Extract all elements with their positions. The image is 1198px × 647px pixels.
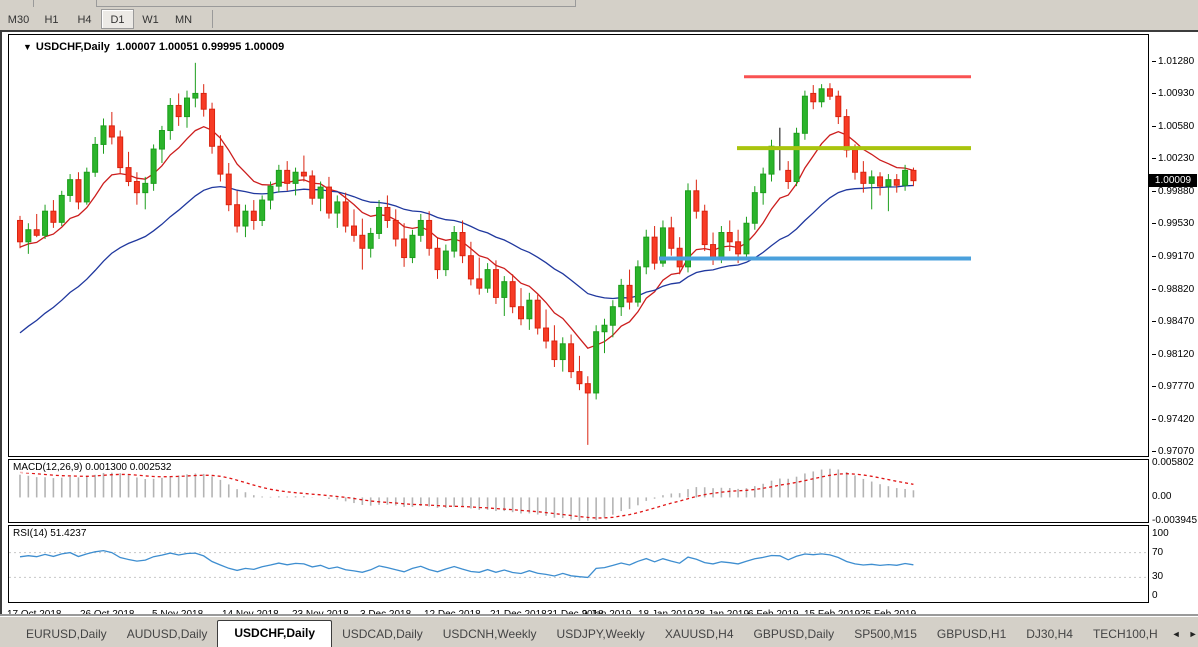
rsi-indicator-panel[interactable]: RSI(14) 51.4237	[8, 525, 1149, 603]
chart-tab-audusd[interactable]: AUDUSD,Daily	[117, 622, 218, 647]
price-axis-label: 0.97420	[1152, 414, 1194, 425]
price-axis-label: 0.98120	[1152, 349, 1194, 360]
price-axis-label: 1.00580	[1152, 121, 1194, 132]
timeframe-button-w1[interactable]: W1	[134, 9, 167, 29]
toolbar-separator	[212, 10, 213, 28]
chart-tab-usdjpy[interactable]: USDJPY,Weekly	[547, 622, 655, 647]
chart-tab-eurusd[interactable]: EURUSD,Daily	[16, 622, 117, 647]
price-axis-label: 0.97770	[1152, 381, 1194, 392]
timeframe-button-d1[interactable]: D1	[101, 9, 134, 29]
rsi-axis-label: 0	[1152, 590, 1158, 601]
tab-scroll-right-button[interactable]: ►	[1185, 623, 1198, 647]
rsi-axis-label: 30	[1152, 571, 1163, 582]
macd-label: MACD(12,26,9) 0.001300 0.002532	[13, 462, 171, 473]
rsi-axis-label: 100	[1152, 528, 1169, 539]
chart-tab-sp500[interactable]: SP500,M15	[844, 622, 927, 647]
price-axis[interactable]: 1.00009 1.01280 1.00930 1.00580 1.00230 0.99…	[1149, 32, 1198, 614]
price-chart-panel[interactable]: ▼USDCHF,Daily 1.00007 1.00051 0.99995 1.…	[8, 34, 1149, 457]
rsi-axis-label: 70	[1152, 547, 1163, 558]
price-axis-label: 0.99530	[1152, 218, 1194, 229]
timeframe-button-h4[interactable]: H4	[68, 9, 101, 29]
timeframe-button-mn[interactable]: MN	[167, 9, 200, 29]
price-axis-label: 1.00930	[1152, 88, 1194, 99]
macd-axis-label: 0.005802	[1152, 457, 1194, 468]
macd-axis-label: -0.003945	[1152, 515, 1197, 526]
chart-tab-usdcad[interactable]: USDCAD,Daily	[332, 622, 433, 647]
price-axis-label: 0.98470	[1152, 316, 1194, 327]
timeframe-button-m30[interactable]: M30	[2, 9, 35, 29]
rsi-label: RSI(14) 51.4237	[13, 528, 86, 539]
rsi-chart-canvas[interactable]	[9, 526, 1148, 602]
chart-tab-dj30[interactable]: DJ30,H4	[1016, 622, 1083, 647]
current-price-tag: 1.00009	[1149, 174, 1197, 187]
macd-indicator-panel[interactable]: MACD(12,26,9) 0.001300 0.002532	[8, 459, 1149, 523]
chart-tab-xauusd[interactable]: XAUUSD,H4	[655, 622, 744, 647]
price-axis-label: 0.98820	[1152, 284, 1194, 295]
timeframe-toolbar: M30H1H4D1W1MN	[0, 8, 1198, 30]
price-axis-label: 0.99170	[1152, 251, 1194, 262]
timeframe-button-h1[interactable]: H1	[35, 9, 68, 29]
chart-tab-gbpusd[interactable]: GBPUSD,Daily	[744, 622, 845, 647]
chart-tab-tech100[interactable]: TECH100,H	[1083, 622, 1168, 647]
price-axis-label: 1.00230	[1152, 153, 1194, 164]
tab-scroll-left-button[interactable]: ◄	[1168, 623, 1185, 647]
chart-tab-usdcnh[interactable]: USDCNH,Weekly	[433, 622, 547, 647]
chart-tab-usdchf[interactable]: USDCHF,Daily	[217, 620, 332, 647]
rsi-line	[20, 551, 913, 578]
toolbar-groove	[96, 0, 576, 7]
candlestick-chart-canvas[interactable]	[9, 35, 1148, 456]
chart-window: ▼USDCHF,Daily 1.00007 1.00051 0.99995 1.…	[0, 30, 1198, 614]
price-axis-label: 0.97070	[1152, 446, 1194, 457]
macd-axis-label: 0.00	[1152, 491, 1171, 502]
price-axis-label: 0.99880	[1152, 186, 1194, 197]
price-axis-label: 1.01280	[1152, 56, 1194, 67]
toolbar-separator	[33, 0, 34, 7]
chart-tab-bar: EURUSD,DailyAUDUSD,DailyUSDCHF,DailyUSDC…	[0, 617, 1198, 647]
chart-tab-gbpusd[interactable]: GBPUSD,H1	[927, 622, 1016, 647]
macd-chart-canvas[interactable]	[9, 460, 1148, 522]
toolbar-remnant	[0, 0, 1198, 8]
